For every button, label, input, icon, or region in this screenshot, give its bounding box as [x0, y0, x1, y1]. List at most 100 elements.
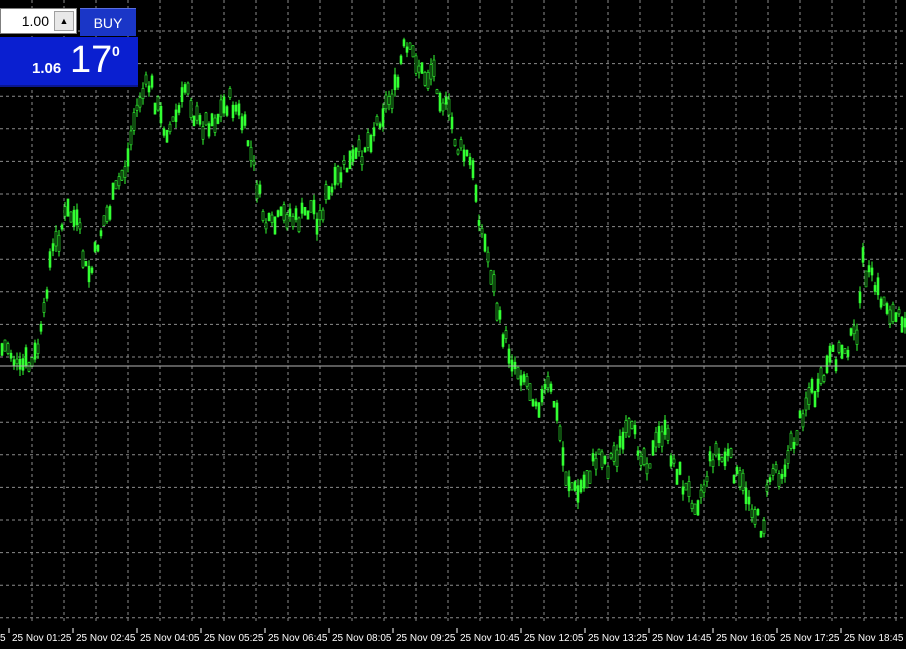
candle	[399, 54, 403, 66]
candle	[45, 286, 49, 302]
candle	[198, 113, 202, 127]
candle	[111, 182, 115, 200]
candle	[123, 160, 127, 184]
candle-series	[0, 37, 906, 538]
candle	[279, 206, 283, 217]
candle	[642, 447, 646, 467]
candle	[687, 475, 691, 503]
candle	[201, 121, 205, 145]
candle	[285, 212, 289, 231]
candle	[657, 421, 661, 448]
candle	[612, 441, 616, 466]
candle	[747, 490, 751, 512]
candle	[810, 377, 814, 395]
candle	[234, 101, 238, 115]
candle	[519, 369, 523, 392]
candle	[18, 352, 22, 376]
chart-window[interactable]: 5 25 Nov 01:25 25 Nov 02:45 25 Nov 04:05 25 …	[0, 0, 906, 649]
candle	[564, 471, 568, 486]
candle	[213, 114, 217, 137]
candle	[354, 147, 358, 160]
candle	[630, 420, 634, 430]
candle	[600, 449, 604, 471]
candle	[456, 148, 460, 156]
candle	[258, 180, 262, 198]
candle	[126, 142, 130, 173]
candle	[534, 398, 538, 410]
time-label: 25 Nov 01:25	[12, 633, 72, 644]
candle	[759, 530, 763, 538]
candle	[90, 265, 94, 275]
candle	[93, 240, 97, 254]
candle	[0, 342, 4, 357]
candle	[402, 37, 406, 48]
lot-spinner-up-icon[interactable]: ▲	[54, 11, 74, 31]
candle	[561, 441, 565, 472]
candle	[141, 82, 145, 105]
candle	[528, 383, 532, 401]
candle	[780, 468, 784, 484]
candle	[333, 162, 337, 190]
candle	[252, 155, 256, 171]
lot-size-input[interactable]: 1.00 ▲	[0, 8, 77, 34]
candle	[705, 470, 709, 488]
candle	[483, 233, 487, 253]
buy-price-button[interactable]: 1.06 17 0	[0, 37, 138, 87]
candle	[588, 470, 592, 484]
candle	[654, 426, 658, 453]
candle	[522, 371, 526, 386]
candle	[321, 207, 325, 223]
candle	[144, 71, 148, 88]
candle	[444, 91, 448, 110]
candle	[441, 98, 445, 116]
candle	[711, 453, 715, 474]
candle	[864, 270, 868, 288]
candle	[714, 440, 718, 458]
candle	[870, 261, 874, 282]
candle	[411, 45, 415, 58]
candle	[513, 356, 517, 375]
candle	[210, 112, 214, 127]
candle	[660, 425, 664, 453]
candle	[873, 281, 877, 295]
price-chart[interactable]: 5 25 Nov 01:25 25 Nov 02:45 25 Nov 04:05 25 …	[0, 0, 906, 649]
lot-size-value[interactable]: 1.00	[1, 9, 49, 33]
candle	[78, 217, 82, 234]
candle	[681, 480, 685, 501]
candle	[114, 180, 118, 190]
candle	[717, 447, 721, 467]
candle	[585, 469, 589, 489]
candle	[678, 461, 682, 476]
candle	[855, 323, 859, 351]
candle	[684, 482, 688, 491]
candle	[357, 134, 361, 157]
price-big-digits: 17	[70, 39, 113, 81]
candle	[786, 445, 790, 469]
buy-button[interactable]: BUY	[80, 8, 136, 36]
candle	[897, 306, 901, 317]
candle	[174, 103, 178, 128]
candle	[408, 42, 412, 50]
candle	[525, 373, 529, 390]
candle	[720, 456, 724, 463]
time-axis: 5 25 Nov 01:25 25 Nov 02:45 25 Nov 04:05 25 …	[0, 628, 904, 644]
time-label: 25 Nov 10:45	[460, 633, 520, 644]
time-label-fragment: 5	[0, 633, 6, 644]
candle	[648, 463, 652, 469]
candle	[573, 480, 577, 492]
candle	[231, 101, 235, 122]
candle	[186, 81, 190, 96]
time-label: 25 Nov 02:45	[76, 633, 136, 644]
candle	[555, 399, 559, 424]
candle	[120, 169, 124, 182]
candle	[195, 101, 199, 125]
candle	[867, 260, 871, 278]
candle	[675, 468, 679, 485]
candle	[645, 457, 649, 481]
candle	[852, 319, 856, 341]
candle	[690, 499, 694, 513]
candle	[414, 53, 418, 77]
candle	[102, 215, 106, 226]
candle	[813, 390, 817, 408]
time-label: 25 Nov 06:45	[268, 633, 328, 644]
